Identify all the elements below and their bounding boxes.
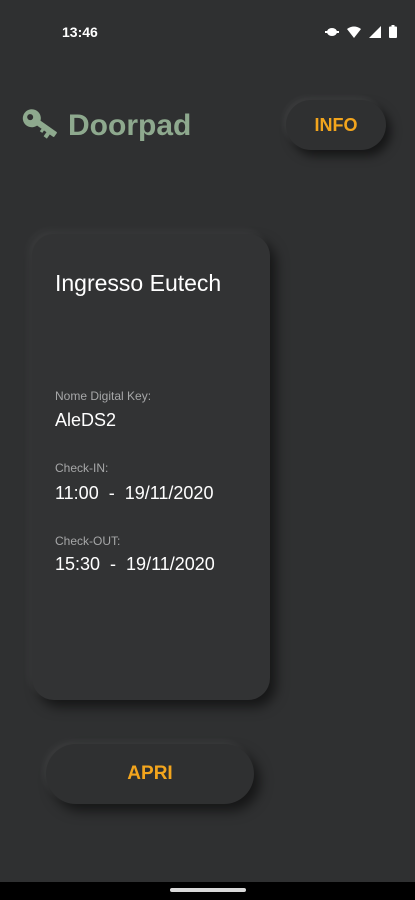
status-icons	[325, 25, 397, 38]
card-title: Ingresso Eutech	[55, 270, 222, 296]
info-button[interactable]: INFO	[286, 100, 386, 150]
home-gesture-handle[interactable]	[170, 888, 246, 892]
wifi-icon	[347, 26, 361, 38]
key-icon	[20, 106, 60, 146]
app-name: Doorpad	[68, 109, 192, 142]
checkin-value: 11:00 - 19/11/2020	[55, 483, 214, 503]
open-button[interactable]: APRI	[46, 744, 254, 804]
navigation-bar	[0, 882, 415, 900]
status-time: 13:46	[62, 24, 98, 40]
digital-key-card: Ingresso Eutech Nome Digital Key: AleDS2…	[32, 234, 270, 700]
digital-key-value: AleDS2	[55, 410, 117, 430]
checkout-value: 15:30 - 19/11/2020	[55, 554, 215, 574]
checkin-label: Check-IN:	[55, 461, 109, 475]
digital-key-label: Nome Digital Key:	[55, 389, 152, 403]
cell-signal-icon	[369, 25, 381, 38]
status-bar: 13:46	[0, 0, 415, 66]
app-header: Doorpad INFO	[0, 96, 415, 156]
battery-icon	[389, 25, 397, 38]
checkout-label: Check-OUT:	[55, 534, 121, 548]
app-logo: Doorpad	[20, 106, 191, 146]
data-saver-icon	[325, 26, 339, 38]
